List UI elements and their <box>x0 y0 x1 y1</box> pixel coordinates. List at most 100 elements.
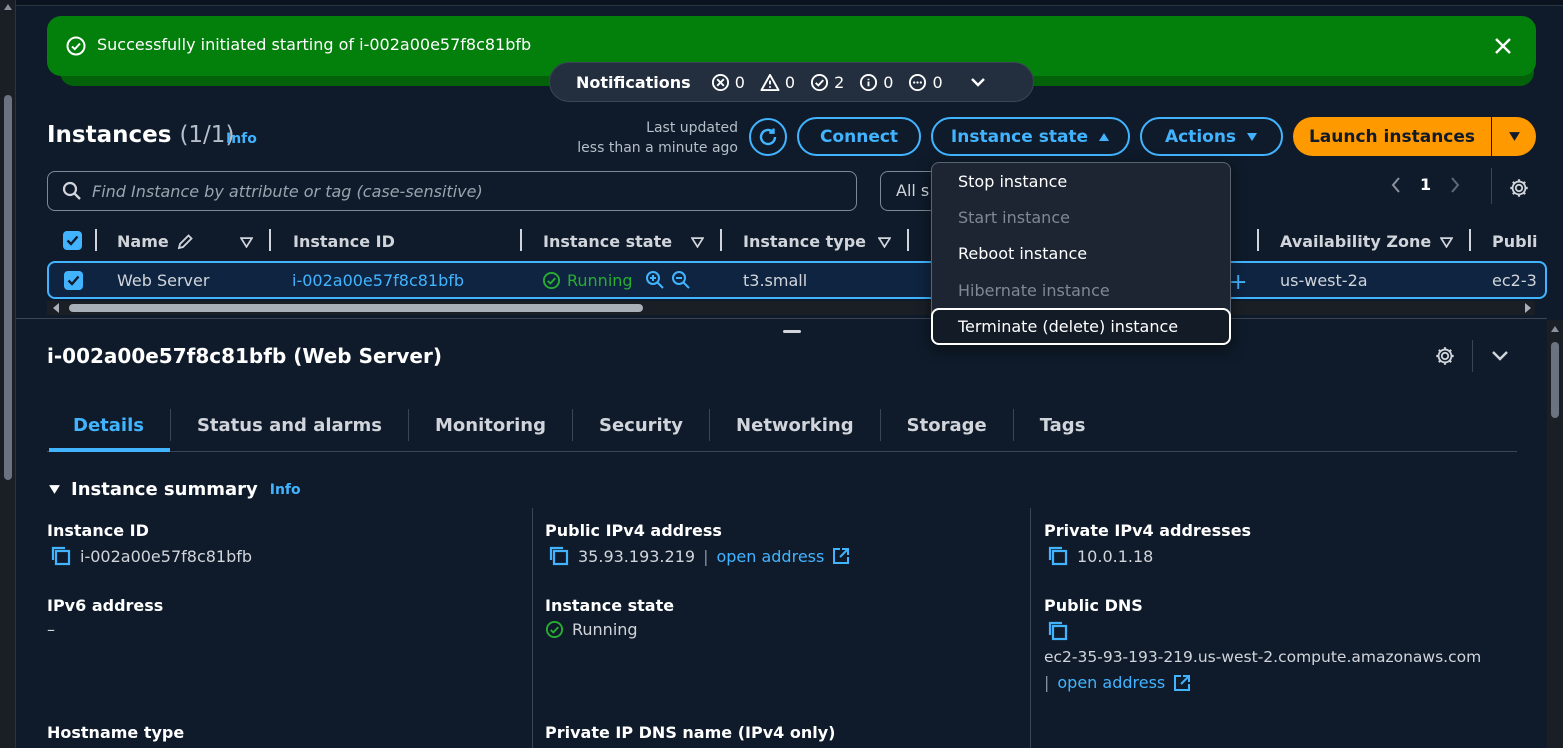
scroll-up-arrow-icon[interactable] <box>1551 326 1559 332</box>
copy-icon[interactable] <box>548 545 570 567</box>
tab-security[interactable]: Security <box>573 400 709 450</box>
tab-status-and-alarms[interactable]: Status and alarms <box>171 400 408 450</box>
close-icon[interactable] <box>1492 35 1514 57</box>
menu-item-reboot-instance[interactable]: Reboot instance <box>932 235 1230 271</box>
menu-item-stop-instance[interactable]: Stop instance <box>932 163 1230 199</box>
search-input[interactable] <box>92 181 812 201</box>
column-divider <box>1030 508 1031 748</box>
pager-divider <box>1491 168 1492 204</box>
details-title: i-002a00e57f8c81bfb (Web Server) <box>47 344 442 368</box>
page-scrollbar[interactable] <box>0 0 16 748</box>
instance-state-value: Running <box>545 620 638 639</box>
launch-dropdown-button[interactable] <box>1492 117 1536 156</box>
public-ipv4-value: 35.93.193.219 | open address <box>548 545 850 567</box>
menu-item-terminate-instance[interactable]: Terminate (delete) instance <box>931 308 1231 345</box>
zoom-out-icon[interactable] <box>671 270 691 290</box>
zoom-in-icon[interactable] <box>645 270 665 290</box>
column-divider <box>1257 229 1259 251</box>
copy-icon[interactable] <box>1047 620 1069 642</box>
copy-icon[interactable] <box>1047 545 1069 567</box>
gear-icon[interactable] <box>1508 177 1530 199</box>
sort-caret-icon[interactable] <box>1440 237 1453 248</box>
gear-icon[interactable] <box>1434 345 1456 367</box>
tab-networking[interactable]: Networking <box>710 400 880 450</box>
chevron-left-icon[interactable] <box>1390 176 1402 194</box>
warning-count: 0 <box>760 73 795 92</box>
info-icon <box>860 73 878 91</box>
column-header-public[interactable]: Publi <box>1492 232 1538 251</box>
column-divider <box>520 229 522 251</box>
external-link-icon[interactable] <box>1173 674 1191 692</box>
success-icon <box>811 73 829 91</box>
sort-caret-icon[interactable] <box>240 237 253 248</box>
instance-id-value: i-002a00e57f8c81bfb <box>50 545 252 567</box>
current-page[interactable]: 1 <box>1420 175 1431 194</box>
plus-icon[interactable]: + <box>1229 270 1247 295</box>
error-icon <box>711 73 729 91</box>
summary-info-link[interactable]: Info <box>270 482 301 498</box>
public-ipv4-label: Public IPv4 address <box>545 521 722 540</box>
notifications-bar[interactable]: Notifications 0 0 2 0 0 <box>549 62 1034 102</box>
instance-state-button[interactable]: Instance state <box>931 117 1130 156</box>
column-divider <box>720 229 722 251</box>
warning-icon <box>760 73 780 91</box>
chevron-right-icon[interactable] <box>1449 176 1461 194</box>
ipv6-label: IPv6 address <box>47 596 164 615</box>
launch-instances-button[interactable]: Launch instances <box>1293 117 1491 156</box>
scroll-left-arrow-icon[interactable] <box>53 303 59 313</box>
scroll-right-arrow-icon[interactable] <box>1525 303 1531 313</box>
column-divider <box>269 229 271 251</box>
header-info-link[interactable]: Info <box>226 131 257 147</box>
public-dns-copy <box>1047 620 1069 642</box>
connect-button[interactable]: Connect <box>797 117 921 156</box>
column-header-instance-state[interactable]: Instance state <box>543 232 672 251</box>
in-progress-icon <box>909 73 927 91</box>
open-address-link[interactable]: open address <box>1057 673 1165 692</box>
chevron-down-icon[interactable] <box>968 72 988 92</box>
tab-monitoring[interactable]: Monitoring <box>409 400 572 450</box>
details-scrollbar[interactable] <box>1547 320 1563 748</box>
table-horizontal-scrollbar[interactable] <box>47 301 1535 315</box>
tab-storage[interactable]: Storage <box>881 400 1013 450</box>
resize-handle[interactable] <box>783 330 801 333</box>
sort-caret-icon[interactable] <box>878 237 891 248</box>
scroll-up-arrow-icon[interactable] <box>4 4 12 10</box>
column-header-instance-id[interactable]: Instance ID <box>293 232 395 251</box>
search-field[interactable] <box>47 171 857 211</box>
open-address-link[interactable]: open address <box>716 547 824 566</box>
success-check-icon <box>542 271 561 289</box>
table-row[interactable]: Web Server i-002a00e57f8c81bfb Running t… <box>47 261 1547 299</box>
top-border <box>16 0 1563 6</box>
checkmark-icon <box>66 235 79 246</box>
row-checkbox[interactable] <box>64 271 83 290</box>
notifications-title: Notifications <box>576 72 691 92</box>
column-header-availability-zone[interactable]: Availability Zone <box>1280 232 1431 251</box>
column-header-name[interactable]: Name <box>117 232 194 251</box>
chevron-down-icon[interactable] <box>1490 346 1510 366</box>
page-title: Instances (1/1) <box>47 122 235 148</box>
external-link-icon[interactable] <box>832 547 850 565</box>
copy-icon[interactable] <box>50 545 72 567</box>
refresh-button[interactable] <box>749 118 787 156</box>
scrollbar-thumb[interactable] <box>1551 342 1559 418</box>
caret-down-icon <box>49 485 60 494</box>
tab-tags[interactable]: Tags <box>1014 400 1112 450</box>
private-ipv4-label: Private IPv4 addresses <box>1044 521 1252 540</box>
scrollbar-thumb[interactable] <box>4 95 12 480</box>
actions-button[interactable]: Actions <box>1140 117 1283 156</box>
tab-details[interactable]: Details <box>47 400 170 452</box>
column-header-instance-type[interactable]: Instance type <box>743 232 866 251</box>
cell-instance-id-link[interactable]: i-002a00e57f8c81bfb <box>292 271 464 290</box>
column-divider <box>1469 229 1471 251</box>
error-count: 0 <box>711 73 745 92</box>
select-all-checkbox[interactable] <box>63 231 82 250</box>
cell-public-dns: ec2-3 <box>1492 271 1537 290</box>
sort-caret-icon[interactable] <box>691 237 704 248</box>
cell-state: Running <box>542 270 691 290</box>
scrollbar-thumb[interactable] <box>69 304 643 312</box>
public-dns-open: | open address <box>1044 673 1191 692</box>
instance-summary-toggle[interactable]: Instance summary Info <box>48 479 301 500</box>
menu-item-hibernate-instance: Hibernate instance <box>958 280 1110 300</box>
pencil-icon <box>177 234 193 250</box>
caret-up-icon <box>1099 132 1110 141</box>
